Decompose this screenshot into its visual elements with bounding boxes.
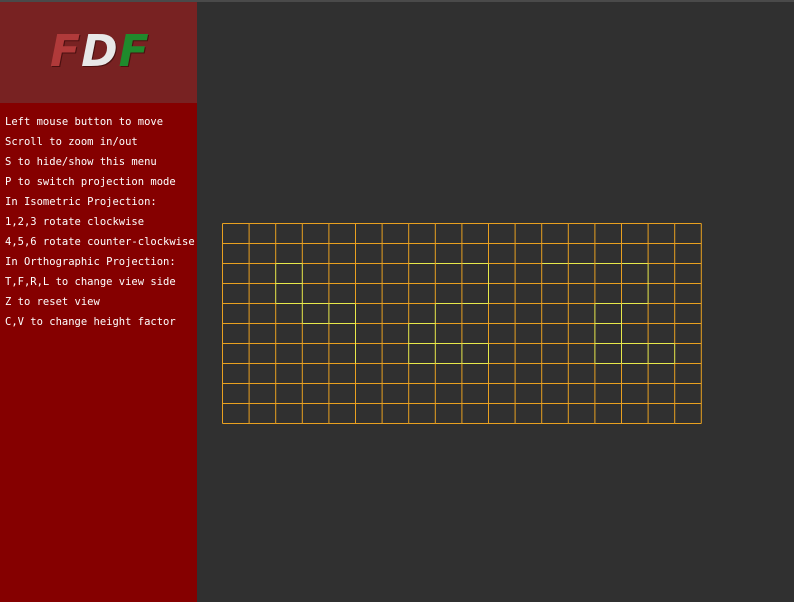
help-line-isometric-heading: In Isometric Projection: [5,196,157,208]
help-line-orthographic-heading: In Orthographic Projection: [5,256,176,268]
fdf-logo: FDF [50,24,150,80]
render-viewport[interactable] [197,2,794,602]
logo-panel: FDF [0,2,197,103]
fdf-window: FDF Left mouse button to move Scroll to … [0,0,794,602]
logo-letter: F [50,26,82,77]
help-line-view-side: T,F,R,L to change view side [5,276,176,288]
help-menu: FDF Left mouse button to move Scroll to … [0,2,197,602]
help-line-height-factor: C,V to change height factor [5,316,176,328]
help-line-rotate-cw: 1,2,3 rotate clockwise [5,216,145,228]
help-line-projection: P to switch projection mode [5,176,176,188]
help-line-reset: Z to reset view [5,296,100,308]
wireframe-map[interactable] [197,2,794,602]
help-line-zoom: Scroll to zoom in/out [5,136,138,148]
help-line-toggle-menu: S to hide/show this menu [5,156,157,168]
help-line-rotate-ccw: 4,5,6 rotate counter-clockwise [5,236,195,248]
help-line-move: Left mouse button to move [5,116,164,128]
controls-help-list: Left mouse button to move Scroll to zoom… [5,112,195,332]
logo-letter: F [118,26,150,77]
logo-letter: D [81,26,119,77]
